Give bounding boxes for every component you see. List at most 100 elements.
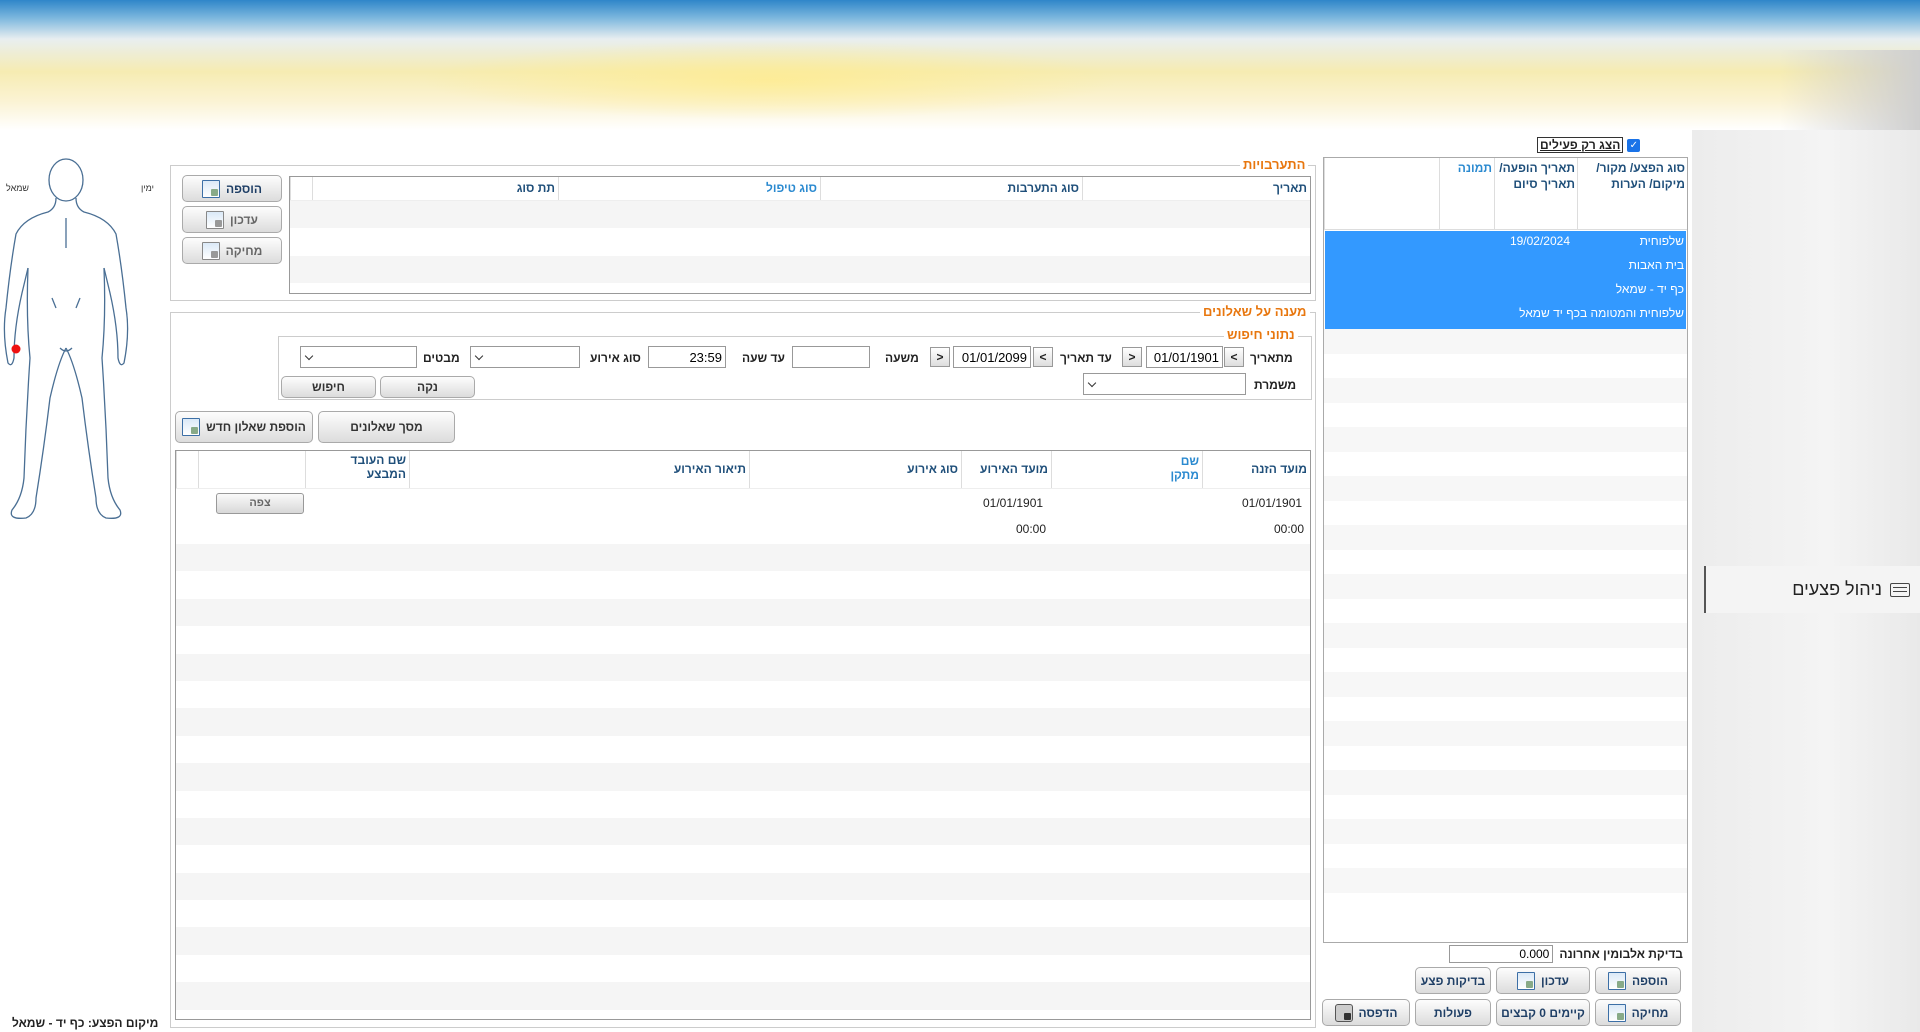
wound-add-label: הוספה: [1632, 973, 1668, 988]
edit-icon: [206, 210, 225, 229]
interventions-title: התערבויות: [1240, 157, 1309, 172]
col-form-name[interactable]: שם מתקן: [1051, 451, 1202, 488]
search-button[interactable]: חיפוש: [281, 376, 376, 398]
add-icon: [202, 179, 221, 198]
wound-update-button[interactable]: עדכון: [1496, 967, 1590, 994]
wound-row-selected[interactable]: שלפוחית 19/02/2024 בית האבות כף יד - שמא…: [1325, 231, 1686, 329]
shift-select[interactable]: [1083, 373, 1246, 395]
delete-icon: [1607, 1003, 1626, 1022]
wound-tests-label: בדיקות פצע: [1420, 973, 1486, 988]
col-event-type[interactable]: סוג אירוע: [749, 451, 961, 488]
to-date-input[interactable]: [953, 346, 1031, 368]
intervention-add-label: הוספה: [226, 181, 262, 196]
col-empty: [290, 177, 312, 200]
col-intervention-type[interactable]: סוג התערבות: [820, 177, 1082, 200]
col-entry-time[interactable]: מועד הזנה: [1202, 451, 1310, 488]
from-date-next-button[interactable]: >: [1122, 347, 1142, 367]
empty-row: [290, 228, 1310, 255]
row-event-date: 01/01/1901: [983, 496, 1044, 510]
figure-left-label: שמאל: [6, 183, 29, 193]
only-active-toggle[interactable]: ✓ הצג רק פעילים: [1537, 137, 1641, 153]
empty-row: [290, 255, 1310, 284]
questionnaires-grid: מועד הזנה שם מתקן מועד האירוע סוג אירוע …: [175, 450, 1311, 1020]
col-empty: [1324, 158, 1439, 229]
clear-label: נקה: [417, 380, 438, 394]
col-performer-label: שם העובד המבצע: [350, 453, 406, 481]
from-date-input[interactable]: [1146, 346, 1223, 368]
interventions-header: תאריך סוג התערבות סוג טיפול תת סוג: [290, 177, 1310, 201]
performers-select[interactable]: [300, 346, 417, 368]
col-wound-photo[interactable]: תמונה: [1439, 158, 1494, 229]
to-date-prev-button[interactable]: <: [1033, 347, 1053, 367]
wound-actions-button[interactable]: פעולות: [1415, 999, 1491, 1026]
wound-files-button[interactable]: קיימים 0 קבצים: [1496, 999, 1590, 1026]
questionnaires-title: מענה על שאלונים: [1200, 304, 1310, 319]
albumin-input[interactable]: [1449, 945, 1554, 963]
from-time-label: משעה: [885, 351, 919, 365]
intervention-delete-label: מחיקה: [225, 243, 263, 258]
row-event-time: 00:00: [1016, 522, 1047, 536]
search-label: חיפוש: [312, 380, 345, 394]
questionnaire-screen-button[interactable]: מסך שאלונים: [318, 411, 455, 443]
albumin-row: בדיקת אלבומין אחרונה: [1447, 945, 1683, 963]
wound-list-header: סוג הפצע/ מקור/ מיקום/ הערות תאריך הופעה…: [1324, 158, 1687, 230]
shift-label: משמרת: [1254, 378, 1297, 392]
nav-tab-wound-management[interactable]: ניהול פצעים: [1704, 566, 1920, 613]
row-view-button[interactable]: צפה: [216, 493, 304, 514]
edit-icon: [1517, 971, 1536, 990]
wound-add-button[interactable]: הוספה: [1595, 967, 1681, 994]
event-type-select[interactable]: [470, 346, 580, 368]
intervention-update-label: עדכון: [230, 212, 258, 227]
body-figure-panel: ימין שמאל: [0, 158, 160, 538]
col-event-desc[interactable]: תיאור האירוע: [409, 451, 749, 488]
keyboard-icon: [1890, 582, 1910, 597]
from-date-label: מתאריך: [1250, 351, 1293, 365]
body-outline-icon[interactable]: [0, 158, 160, 538]
col-subtype[interactable]: תת סוג: [312, 177, 558, 200]
event-type-label: סוג אירוע: [590, 351, 641, 365]
add-questionnaire-button[interactable]: הוספת שאלון חדש: [175, 411, 313, 443]
performers-label: מבטים: [423, 351, 460, 365]
table-row[interactable]: [176, 489, 1310, 544]
from-time-input[interactable]: [792, 346, 870, 368]
add-questionnaire-label: הוספת שאלון חדש: [206, 420, 306, 434]
to-date-next-button[interactable]: >: [930, 347, 950, 367]
wound-actions-label: פעולות: [1434, 1005, 1472, 1020]
wound-notes: שלפוחית והמטומה בכף יד שמאל: [1519, 306, 1684, 320]
search-title: נתוני חיפוש: [1224, 327, 1298, 342]
wound-type: שלפוחית: [1639, 234, 1684, 248]
to-time-input[interactable]: [648, 346, 726, 368]
wound-source: בית האבות: [1628, 258, 1684, 272]
add-questionnaire-icon: [182, 418, 201, 436]
col-intervention-date[interactable]: תאריך: [1082, 177, 1310, 200]
only-active-label: הצג רק פעילים: [1537, 137, 1624, 153]
wound-list-panel: סוג הפצע/ מקור/ מיקום/ הערות תאריך הופעה…: [1323, 157, 1688, 943]
to-time-label: עד שעה: [742, 351, 785, 365]
to-date-label: עד תאריך: [1060, 351, 1112, 365]
col-performer[interactable]: שם העובד המבצע: [305, 451, 409, 488]
row-entry-date: 01/01/1901: [1242, 496, 1303, 510]
add-icon: [1608, 971, 1627, 990]
delete-icon: [201, 241, 220, 260]
col-treatment-type[interactable]: סוג טיפול: [558, 177, 820, 200]
intervention-add-button[interactable]: הוספה: [182, 175, 282, 202]
wound-files-label: קיימים 0 קבצים: [1501, 1005, 1585, 1020]
intervention-delete-button[interactable]: מחיקה: [182, 237, 282, 264]
wound-delete-label: מחיקה: [1631, 1005, 1669, 1020]
intervention-update-button[interactable]: עדכון: [182, 206, 282, 233]
col-wound-dates[interactable]: תאריך הופעה/ תאריך סיום: [1494, 158, 1577, 229]
wound-delete-button[interactable]: מחיקה: [1595, 999, 1681, 1026]
col-wound-type[interactable]: סוג הפצע/ מקור/ מיקום/ הערות: [1577, 158, 1687, 229]
banner-flare: [420, 40, 1120, 120]
wound-tests-button[interactable]: בדיקות פצע: [1415, 967, 1491, 994]
only-active-checkbox[interactable]: ✓: [1627, 138, 1641, 152]
from-date-prev-button[interactable]: <: [1224, 347, 1244, 367]
wound-location: כף יד - שמאל: [1615, 282, 1684, 296]
clear-button[interactable]: נקה: [380, 376, 475, 398]
wound-print-button[interactable]: הדפסה: [1322, 999, 1410, 1026]
row-entry-time: 00:00: [1274, 522, 1305, 536]
col-empty: [176, 451, 198, 488]
col-event-time[interactable]: מועד האירוע: [961, 451, 1051, 488]
wound-date: 19/02/2024: [1509, 234, 1570, 248]
figure-right-label: ימין: [141, 183, 155, 193]
